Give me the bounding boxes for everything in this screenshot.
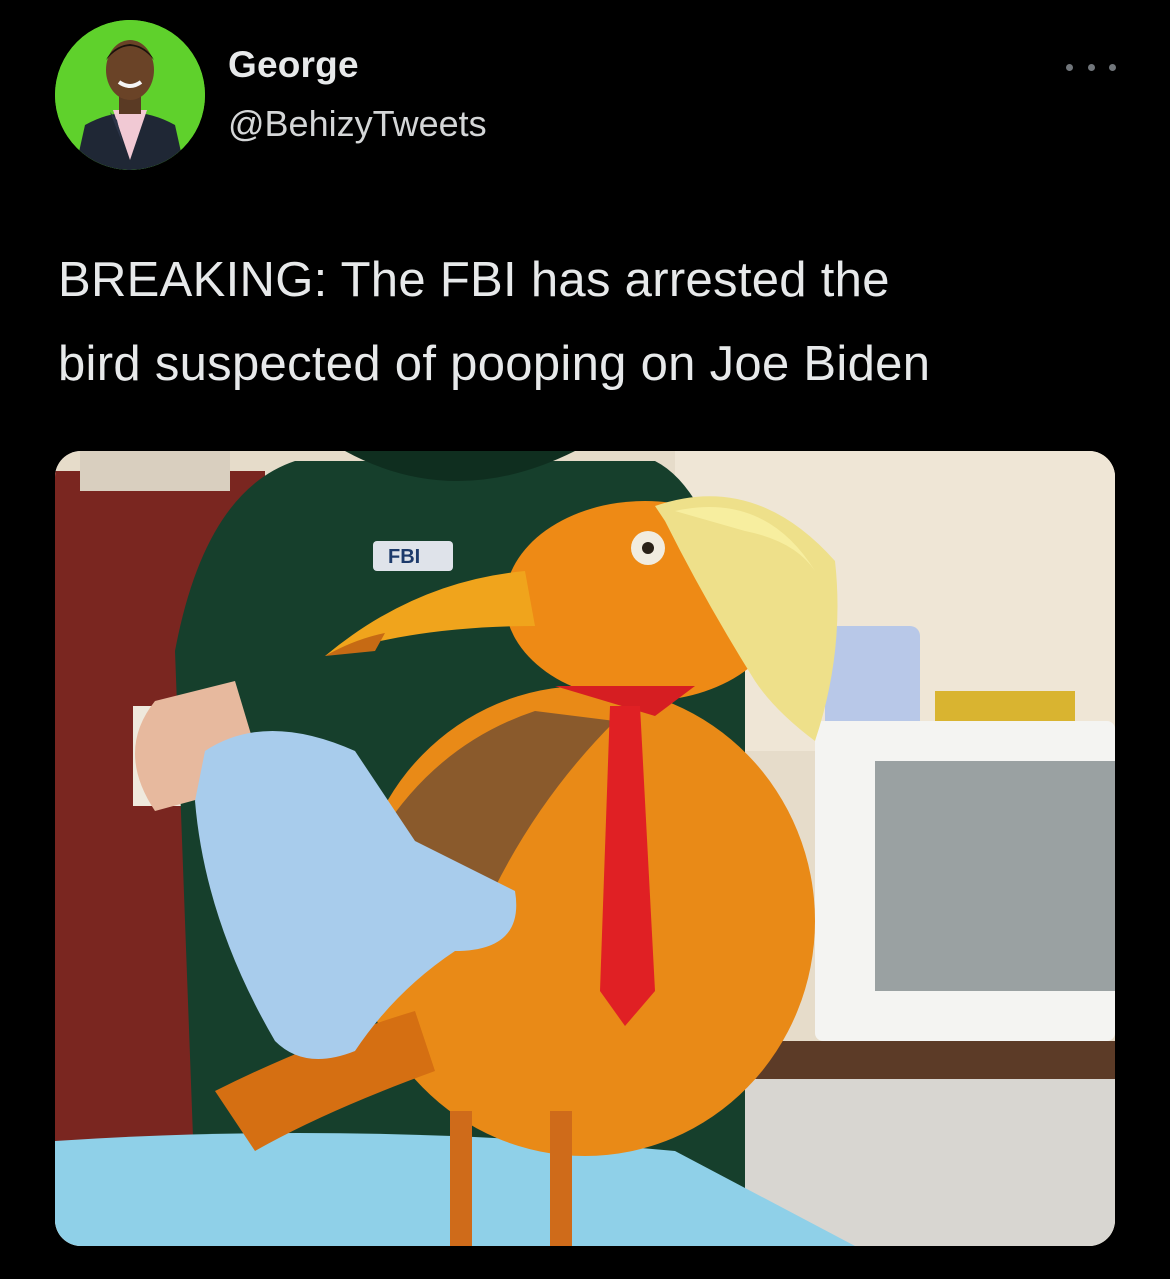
author-display-name[interactable]: George <box>228 44 359 86</box>
ellipsis-dot <box>1066 63 1073 71</box>
ellipsis-icon[interactable] <box>1066 52 1116 82</box>
bird-photo: FBI <box>55 451 1115 1246</box>
ellipsis-dot <box>1087 63 1095 71</box>
ellipsis-dot <box>1109 63 1116 71</box>
tweet-media-image[interactable]: FBI <box>55 451 1115 1246</box>
tweet-text: BREAKING: The FBI has arrested the bird … <box>58 253 931 391</box>
author-handle[interactable]: @BehizyTweets <box>228 103 487 145</box>
fbi-badge-text: FBI <box>388 546 420 568</box>
profile-avatar[interactable] <box>55 20 205 170</box>
avatar-photo <box>55 20 205 170</box>
